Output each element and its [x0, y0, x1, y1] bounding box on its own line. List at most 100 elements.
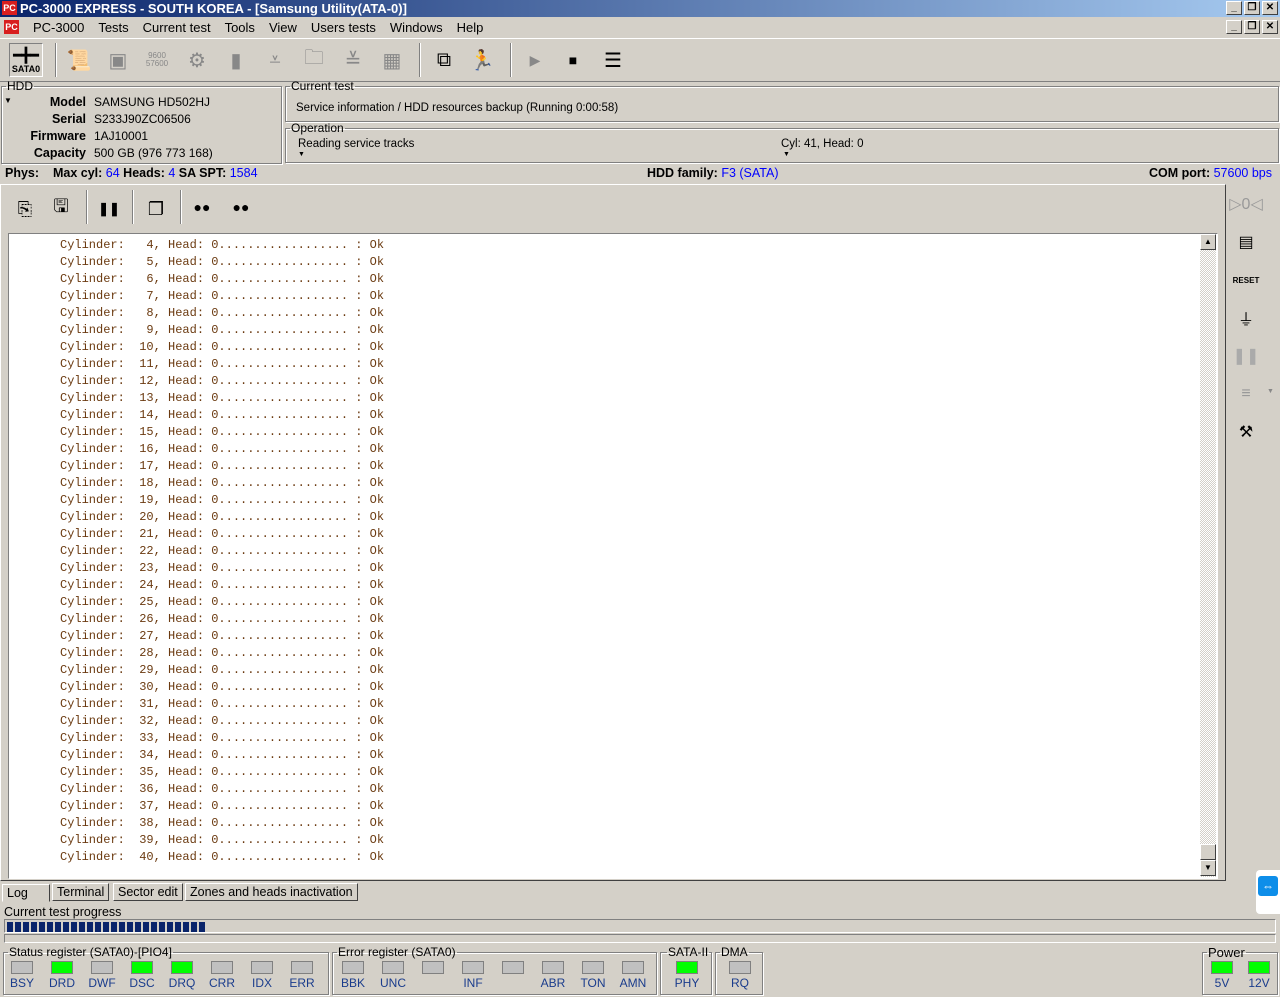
stop-icon[interactable]: ■	[556, 43, 590, 77]
connection-icon[interactable]: ▷0◁	[1229, 190, 1263, 218]
error-abr-label: ABR	[540, 976, 566, 990]
error-ton-led	[582, 961, 604, 974]
error-reserved2-led	[422, 961, 444, 974]
sata-phy-led	[676, 961, 698, 974]
progress-segment	[15, 922, 21, 932]
log-line: Cylinder: 15, Head: 0.................. …	[60, 425, 385, 439]
restore-button[interactable]: ❐	[1244, 1, 1260, 15]
log-line: Cylinder: 39, Head: 0.................. …	[60, 833, 385, 847]
separator	[132, 190, 134, 224]
windows-cascade-icon[interactable]: ⧉	[427, 43, 461, 77]
minimize-button[interactable]: _	[1226, 1, 1242, 15]
platters-icon[interactable]: ≚	[336, 43, 370, 77]
window-title: PC-3000 EXPRESS - SOUTH KOREA - [Samsung…	[20, 1, 407, 16]
folder-icon[interactable]: 🗀	[297, 43, 331, 77]
settings-disk-icon[interactable]: ⚙	[180, 43, 214, 77]
chip-icon[interactable]: ▮	[219, 43, 253, 77]
menu-tools[interactable]: Tools	[218, 20, 262, 35]
scroll-down-button[interactable]: ▼	[1200, 860, 1216, 876]
find-next-binoculars-icon[interactable]: ●●	[224, 190, 258, 224]
menu-help[interactable]: Help	[450, 20, 491, 35]
tab-log[interactable]: Log	[2, 884, 50, 902]
progress-segment	[167, 922, 173, 932]
dma-rq-label: RQ	[731, 976, 749, 990]
progress-segment	[175, 922, 181, 932]
remote-tab[interactable]: ⇔	[1256, 870, 1280, 914]
com-port-value: 57600 bps	[1213, 166, 1272, 180]
baud-rate-icon[interactable]: 9600 57600	[140, 43, 174, 77]
save-log-icon[interactable]: 🖫	[44, 192, 78, 226]
spt-value: 1584	[229, 166, 258, 180]
tab-zones-heads[interactable]: Zones and heads inactivation	[185, 883, 358, 901]
log-line: Cylinder: 17, Head: 0.................. …	[60, 459, 385, 473]
current-test-progress-bar	[4, 919, 1276, 933]
menu-view[interactable]: View	[262, 20, 304, 35]
status-err-label: ERR	[289, 976, 315, 990]
log-line: Cylinder: 5, Head: 0.................. :…	[60, 255, 385, 269]
teamviewer-icon: ⇔	[1258, 876, 1278, 896]
platter-play-icon[interactable]: ≡	[1232, 380, 1260, 408]
menu-pc3000[interactable]: PC-3000	[26, 20, 91, 35]
current-test-group: Current test	[285, 79, 1279, 122]
load-script-icon[interactable]: ⎘	[8, 192, 42, 226]
dropdown-arrow-icon[interactable]: ▼	[1267, 388, 1274, 395]
total-progress-bar	[4, 934, 1276, 943]
scroll-thumb[interactable]	[1200, 844, 1216, 860]
script-list-icon[interactable]: ☰	[596, 43, 630, 77]
error-abr-led	[542, 961, 564, 974]
info-scroll-icon[interactable]: 📜	[62, 43, 96, 77]
log-line: Cylinder: 35, Head: 0.................. …	[60, 765, 385, 779]
menu-current-test[interactable]: Current test	[136, 20, 218, 35]
scroll-up-button[interactable]: ▲	[1200, 234, 1216, 250]
status-bsy-led	[11, 961, 33, 974]
operation-text: Reading service tracks	[298, 138, 415, 150]
grid-icon[interactable]: ▦	[375, 43, 409, 77]
menu-windows[interactable]: Windows	[383, 20, 450, 35]
close-button[interactable]: ✕	[1262, 1, 1278, 15]
status-idx-led	[251, 961, 273, 974]
progress-segment	[143, 922, 149, 932]
sata-port-button[interactable]: ━╋━ SATA0	[9, 43, 43, 77]
child-close-button[interactable]: ✕	[1262, 20, 1278, 34]
menu-users-tests[interactable]: Users tests	[304, 20, 383, 35]
progress-segment	[183, 922, 189, 932]
child-minimize-button[interactable]: _	[1226, 20, 1242, 34]
play-icon[interactable]: ▶	[518, 43, 552, 77]
menu-tests[interactable]: Tests	[91, 20, 135, 35]
sata-phy-label: PHY	[674, 976, 700, 990]
menu-bar: PC PC-3000 Tests Current test Tools View…	[0, 17, 1280, 37]
progress-segment	[191, 922, 197, 932]
pc3000-logo-icon: PC	[2, 1, 17, 15]
find-binoculars-icon[interactable]: ●●	[185, 190, 219, 224]
heads-label: Heads:	[123, 166, 165, 180]
child-window-icon[interactable]: PC	[4, 20, 19, 34]
child-restore-button[interactable]: ❐	[1244, 20, 1260, 34]
log-line: Cylinder: 10, Head: 0.................. …	[60, 340, 385, 354]
error-reserved4-led	[502, 961, 524, 974]
copy-icon[interactable]: ❐	[139, 192, 173, 226]
reset-icon[interactable]: RESET	[1232, 266, 1260, 294]
firmware-label: Firmware	[30, 129, 86, 143]
exit-run-icon[interactable]: 🏃	[465, 43, 499, 77]
status-dwf-label: DWF	[88, 976, 116, 990]
log-line: Cylinder: 31, Head: 0.................. …	[60, 697, 385, 711]
tools-icon[interactable]: ⚒	[1232, 418, 1260, 446]
board-icon[interactable]: ▤	[1232, 228, 1260, 256]
pause-icon[interactable]: ❚❚	[92, 192, 126, 226]
power-5v-led	[1211, 961, 1233, 974]
com-port: COM port: 57600 bps	[1149, 166, 1272, 180]
log-output[interactable]: Cylinder: 4, Head: 0.................. :…	[8, 233, 1218, 879]
log-scrollbar[interactable]: ▲ ▼	[1200, 234, 1216, 877]
log-line: Cylinder: 20, Head: 0.................. …	[60, 510, 385, 524]
chart-icon[interactable]: ⩡	[258, 43, 292, 77]
log-line: Cylinder: 27, Head: 0.................. …	[60, 629, 385, 643]
tab-sector-edit[interactable]: Sector edit	[113, 883, 183, 901]
progress-segment	[87, 922, 93, 932]
log-line: Cylinder: 18, Head: 0.................. …	[60, 476, 385, 490]
operation-dropdown-icon[interactable]: ▼	[298, 151, 305, 158]
power-switch-icon[interactable]: ⏚	[1232, 304, 1260, 332]
id-card-icon[interactable]: ▣	[101, 43, 135, 77]
tab-terminal[interactable]: Terminal	[52, 883, 110, 901]
position-dropdown-icon[interactable]: ▼	[783, 151, 790, 158]
pause-power-icon[interactable]: ❚❚	[1232, 342, 1260, 370]
